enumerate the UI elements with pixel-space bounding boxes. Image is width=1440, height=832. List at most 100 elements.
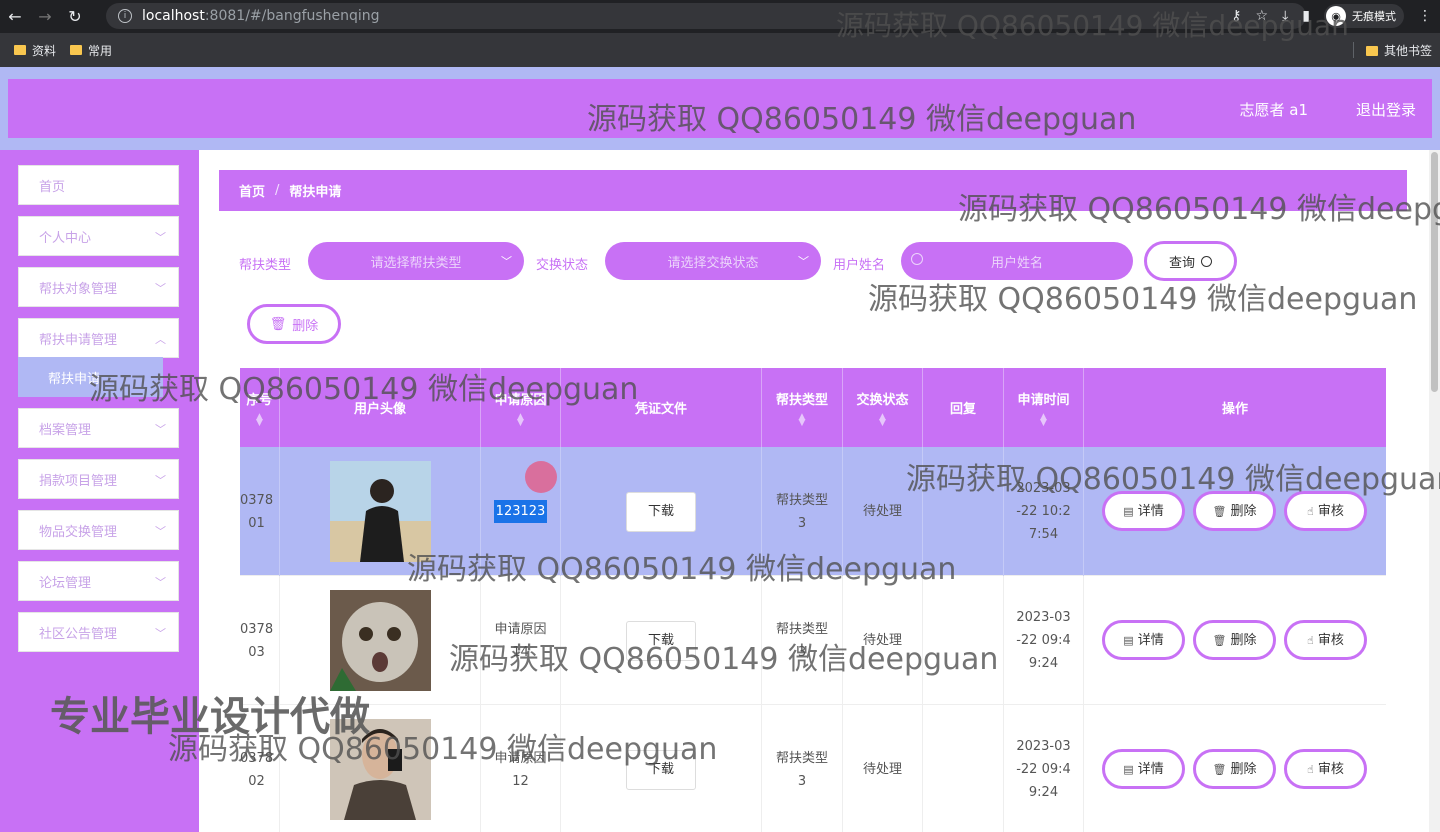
col-header-type[interactable]: 帮扶类型 ▲ ▼ [762, 368, 843, 447]
table-row[interactable]: 0378 03 申请原因 14 下载 帮扶类型 3 待处理 2023-03 -2… [240, 576, 1386, 705]
menu-item-application[interactable]: 帮扶申请管理 ︿ [18, 318, 179, 358]
delete-button[interactable]: 🗑 删除 [1193, 749, 1276, 789]
menu-item-archive[interactable]: 档案管理 ﹀ [18, 408, 179, 448]
menu-item-forum[interactable]: 论坛管理 ﹀ [18, 561, 179, 601]
main-content: 首页 / 帮扶申请 帮扶类型 请选择帮扶类型 ﹀ 交换状态 请选择交换状态 ﹀ … [199, 150, 1429, 832]
logout-link[interactable]: 退出登录 [1356, 99, 1416, 120]
col-title: 操作 [1221, 402, 1248, 417]
star-icon[interactable]: ☆ [1256, 8, 1269, 24]
col-header-status[interactable]: 交换状态 ▲ ▼ [843, 368, 923, 447]
folder-icon [14, 45, 26, 55]
menu-label: 社区公告管理 [39, 626, 118, 642]
col-header-time[interactable]: 申请时间 ▲ ▼ [1004, 368, 1084, 447]
address-bar[interactable]: i localhost:8081/#/bangfushenqing [106, 3, 1306, 29]
user-avatar[interactable] [329, 719, 431, 820]
trash-icon: 🗑 [269, 316, 287, 332]
cell-reply [923, 705, 1004, 832]
page-scrollbar[interactable] [1429, 150, 1440, 832]
col-header-avatar[interactable]: 用户头像 [280, 368, 481, 447]
col-title: 凭证文件 [634, 402, 687, 417]
breadcrumb-separator: / [275, 183, 280, 198]
delete-button[interactable]: 🗑 删除 [1193, 491, 1276, 531]
breadcrumb-home[interactable]: 首页 [239, 181, 265, 200]
sort-icon[interactable]: ▲ ▼ [256, 413, 263, 428]
delete-label: 删除 [292, 318, 319, 334]
bookmark-folder-changyong[interactable]: 常用 [70, 42, 112, 59]
hand-icon: ☝ [1307, 762, 1314, 776]
col-header-file[interactable]: 凭证文件 [561, 368, 762, 447]
filter-type-select[interactable]: 请选择帮扶类型 ﹀ [308, 242, 524, 280]
review-label: 审核 [1317, 761, 1344, 777]
chevron-down-icon: ﹀ [155, 282, 166, 295]
scrollbar-thumb[interactable] [1431, 152, 1438, 392]
sort-icon[interactable]: ▲ ▼ [517, 413, 524, 428]
menu-label: 捐款项目管理 [39, 473, 118, 489]
review-button[interactable]: ☝ 审核 [1284, 620, 1367, 660]
sort-icon[interactable]: ▲ ▼ [1040, 413, 1047, 428]
user-avatar[interactable] [329, 590, 431, 691]
download-button[interactable]: 下载 [626, 491, 696, 532]
trash-icon: 🗑 [1212, 633, 1227, 647]
menu-item-target[interactable]: 帮扶对象管理 ﹀ [18, 267, 179, 307]
back-icon[interactable]: ← [0, 2, 30, 32]
sidepanel-icon[interactable]: ▮ [1302, 8, 1310, 24]
cursor-highlight [525, 461, 557, 493]
select-placeholder: 请选择交换状态 [667, 255, 759, 271]
cell-type: 帮扶类型 3 [762, 447, 843, 576]
bookmark-folder-ziliao[interactable]: 资料 [14, 42, 56, 59]
breadcrumb: 首页 / 帮扶申请 [219, 170, 1407, 211]
chevron-up-icon: ︿ [155, 333, 166, 346]
menu-item-home[interactable]: 首页 [18, 165, 179, 205]
submenu-label: 帮扶申请 [48, 371, 101, 387]
info-icon[interactable]: i [118, 9, 132, 23]
review-button[interactable]: ☝ 审核 [1284, 491, 1367, 531]
delete-button[interactable]: 🗑 删除 [1193, 620, 1276, 660]
menu-item-personal[interactable]: 个人中心 ﹀ [18, 216, 179, 256]
cell-time: 2023-03 -22 09:4 9:24 [1004, 576, 1084, 705]
download-button[interactable]: 下载 [626, 749, 696, 790]
top-header: 志愿者 a1 退出登录 [8, 79, 1432, 138]
incognito-badge[interactable]: ◉ 无痕模式 [1324, 4, 1404, 28]
table-row[interactable]: 0378 01 123123 下载 帮扶类型 3 待处理 2023-03 -22… [240, 447, 1386, 576]
download-icon[interactable]: ⤓ [1282, 8, 1288, 24]
bookmark-divider [1353, 42, 1354, 58]
cell-id: 0378 03 [240, 576, 280, 705]
filter-status-label: 交换状态 [536, 258, 589, 273]
download-button[interactable]: 下载 [626, 620, 696, 661]
col-header-id[interactable]: 序号 ▲ ▼ [240, 368, 280, 447]
forward-icon[interactable]: → [30, 2, 60, 32]
menu-item-donation[interactable]: 捐款项目管理 ﹀ [18, 459, 179, 499]
menu-item-notice[interactable]: 社区公告管理 ﹀ [18, 612, 179, 652]
col-title: 用户头像 [353, 402, 406, 417]
reload-icon[interactable]: ↻ [60, 2, 90, 32]
cell-status: 待处理 [843, 576, 923, 705]
col-header-reply[interactable]: 回复 [923, 368, 1004, 447]
sort-icon[interactable]: ▲ ▼ [879, 413, 886, 428]
review-button[interactable]: ☝ 审核 [1284, 749, 1367, 789]
filter-name-input[interactable]: 用户姓名 [901, 242, 1133, 280]
cell-file: 下载 [561, 447, 762, 576]
batch-delete-button[interactable]: 🗑 删除 [247, 304, 341, 344]
menu-label: 个人中心 [39, 230, 92, 246]
detail-button[interactable]: ▤ 详情 [1102, 749, 1185, 789]
cell-type: 帮扶类型 3 [762, 705, 843, 832]
table-row[interactable]: 0378 02 申请原因 12 下载 帮扶类型 3 待处理 2023-03 -2… [240, 705, 1386, 832]
query-button[interactable]: 查询 [1144, 241, 1237, 281]
cell-file: 下载 [561, 576, 762, 705]
filter-status-select[interactable]: 请选择交换状态 ﹀ [605, 242, 821, 280]
menu-kebab-icon[interactable]: ⋮ [1418, 8, 1432, 24]
user-avatar[interactable] [329, 461, 431, 562]
chevron-down-icon: ﹀ [155, 576, 166, 589]
sort-icon[interactable]: ▲ ▼ [799, 413, 806, 428]
bookmark-other[interactable]: 其他书签 [1365, 42, 1432, 59]
submenu-item-application[interactable]: 帮扶申请 [18, 357, 163, 397]
key-icon[interactable]: ⚷ [1231, 8, 1241, 24]
cell-id: 0378 02 [240, 705, 280, 832]
col-header-reason[interactable]: 申请原因 ▲ ▼ [481, 368, 561, 447]
breadcrumb-current: 帮扶申请 [289, 185, 342, 200]
detail-button[interactable]: ▤ 详情 [1102, 620, 1185, 660]
col-header-actions: 操作 [1084, 368, 1386, 447]
detail-button[interactable]: ▤ 详情 [1102, 491, 1185, 531]
url-path: :8081/#/bangfushenqing [204, 8, 380, 24]
menu-item-exchange[interactable]: 物品交换管理 ﹀ [18, 510, 179, 550]
